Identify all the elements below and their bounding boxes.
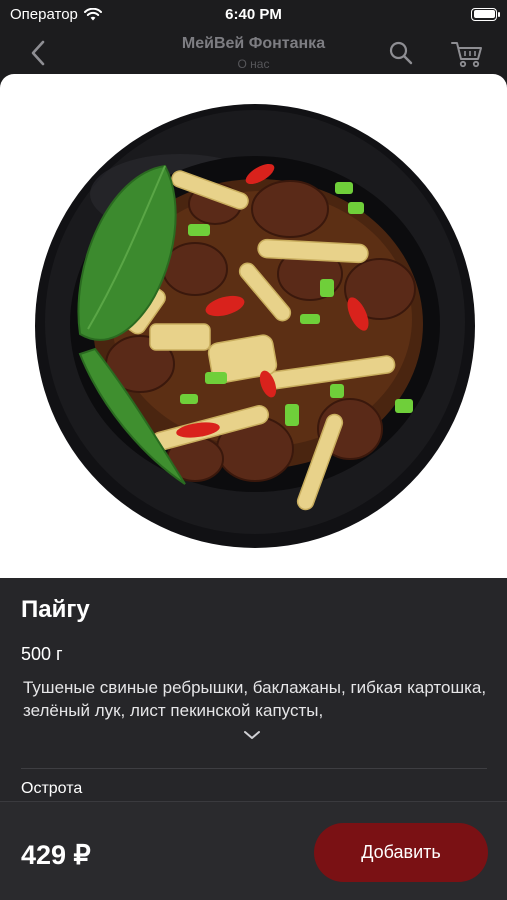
price-label: 429 ₽ bbox=[21, 840, 91, 870]
wifi-icon bbox=[83, 7, 102, 20]
dish-image bbox=[35, 104, 475, 548]
product-sheet: Пайгу 500 г Тушеные свиные ребрышки, бак… bbox=[0, 74, 507, 900]
about-link[interactable]: О нас bbox=[0, 57, 507, 71]
cart-icon[interactable] bbox=[450, 39, 484, 69]
nav-bar: МейВей Фонтанка О нас bbox=[0, 28, 507, 76]
add-to-cart-button[interactable]: Добавить bbox=[314, 823, 488, 882]
carrier-label: Оператор bbox=[10, 5, 78, 23]
dish-description: Тушеные свиные ребрышки, баклажаны, гибк… bbox=[23, 678, 487, 720]
search-icon[interactable] bbox=[388, 40, 414, 66]
chevron-down-icon[interactable] bbox=[242, 728, 262, 742]
bottom-bar: 429 ₽ Добавить bbox=[0, 801, 507, 900]
battery-icon bbox=[471, 7, 500, 21]
spice-level-label: Острота bbox=[21, 780, 83, 797]
restaurant-title: МейВей Фонтанка bbox=[181, 35, 326, 52]
dish-name: Пайгу bbox=[21, 596, 90, 623]
status-bar: Оператор 6:40 PM bbox=[0, 0, 507, 28]
dish-weight: 500 г bbox=[21, 644, 63, 664]
divider bbox=[21, 768, 487, 769]
status-left: Оператор bbox=[10, 6, 102, 23]
